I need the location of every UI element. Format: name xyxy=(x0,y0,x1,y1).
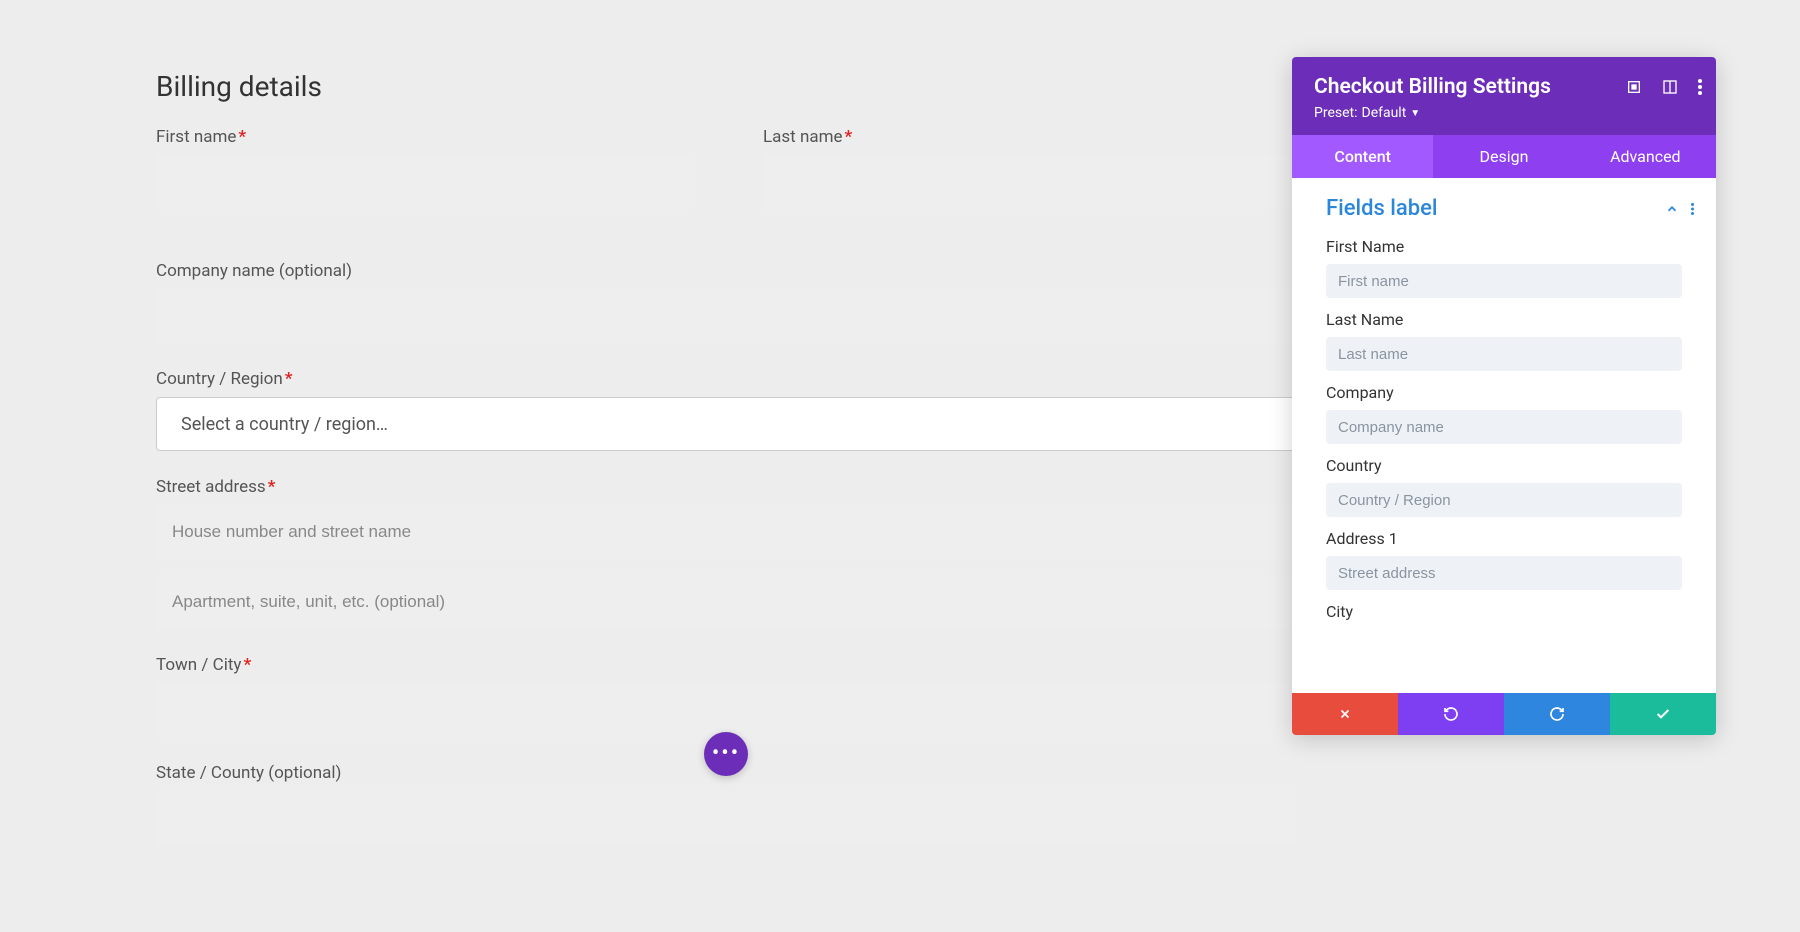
country-select[interactable]: Select a country / region… xyxy=(156,397,1296,451)
field-block: Country xyxy=(1292,448,1716,521)
street-input-1[interactable] xyxy=(156,505,1296,559)
tab-content[interactable]: Content xyxy=(1292,135,1433,178)
panel-footer xyxy=(1292,693,1716,735)
section-title: Fields label xyxy=(1326,196,1438,221)
check-icon xyxy=(1655,706,1671,722)
kebab-menu-icon[interactable] xyxy=(1698,79,1702,95)
field-input-country[interactable] xyxy=(1326,483,1682,517)
layout-icon[interactable] xyxy=(1662,79,1678,95)
field-block: Company xyxy=(1292,375,1716,448)
settings-panel: Checkout Billing Settings Preset: Defaul… xyxy=(1292,57,1716,735)
tab-design[interactable]: Design xyxy=(1433,135,1574,178)
undo-button[interactable] xyxy=(1398,693,1504,735)
field-label: Country xyxy=(1326,456,1682,475)
last-name-label: Last name* xyxy=(763,127,1296,147)
section-kebab-icon[interactable] xyxy=(1691,202,1694,216)
field-label: Last Name xyxy=(1326,310,1682,329)
panel-tabs: Content Design Advanced xyxy=(1292,135,1716,178)
town-input[interactable] xyxy=(156,683,1296,737)
field-label: First Name xyxy=(1326,237,1682,256)
more-options-fab[interactable]: ••• xyxy=(704,732,748,776)
panel-body[interactable]: Fields label First Name Last Name Compan… xyxy=(1292,178,1716,693)
country-label: Country / Region* xyxy=(156,369,1296,389)
field-block: First Name xyxy=(1292,229,1716,302)
preset-selector[interactable]: Preset: Default ▼ xyxy=(1314,105,1420,121)
redo-button[interactable] xyxy=(1504,693,1610,735)
caret-down-icon: ▼ xyxy=(1410,108,1420,119)
field-input-address1[interactable] xyxy=(1326,556,1682,590)
street-input-2[interactable] xyxy=(156,575,1296,629)
field-input-first-name[interactable] xyxy=(1326,264,1682,298)
company-input[interactable] xyxy=(156,289,1296,343)
last-name-input[interactable] xyxy=(763,155,1296,209)
cancel-button[interactable] xyxy=(1292,693,1398,735)
field-block: City xyxy=(1292,594,1716,633)
town-label: Town / City* xyxy=(156,655,1296,675)
section-header: Fields label xyxy=(1292,178,1716,229)
first-name-input[interactable] xyxy=(156,155,689,209)
company-label: Company name (optional) xyxy=(156,261,1296,281)
field-input-last-name[interactable] xyxy=(1326,337,1682,371)
field-label: Address 1 xyxy=(1326,529,1682,548)
expand-icon[interactable] xyxy=(1626,79,1642,95)
field-block: Last Name xyxy=(1292,302,1716,375)
undo-icon xyxy=(1443,706,1459,722)
state-input[interactable] xyxy=(156,791,1296,845)
field-label: City xyxy=(1326,602,1682,621)
field-input-company[interactable] xyxy=(1326,410,1682,444)
save-button[interactable] xyxy=(1610,693,1716,735)
tab-advanced[interactable]: Advanced xyxy=(1575,135,1716,178)
street-label: Street address* xyxy=(156,477,1296,497)
collapse-icon[interactable] xyxy=(1665,202,1679,216)
panel-header: Checkout Billing Settings Preset: Defaul… xyxy=(1292,57,1716,135)
form-title: Billing details xyxy=(156,70,1296,103)
close-icon xyxy=(1338,707,1352,721)
redo-icon xyxy=(1549,706,1565,722)
first-name-label: First name* xyxy=(156,127,689,147)
ellipsis-icon: ••• xyxy=(712,743,740,765)
field-label: Company xyxy=(1326,383,1682,402)
field-block: Address 1 xyxy=(1292,521,1716,594)
